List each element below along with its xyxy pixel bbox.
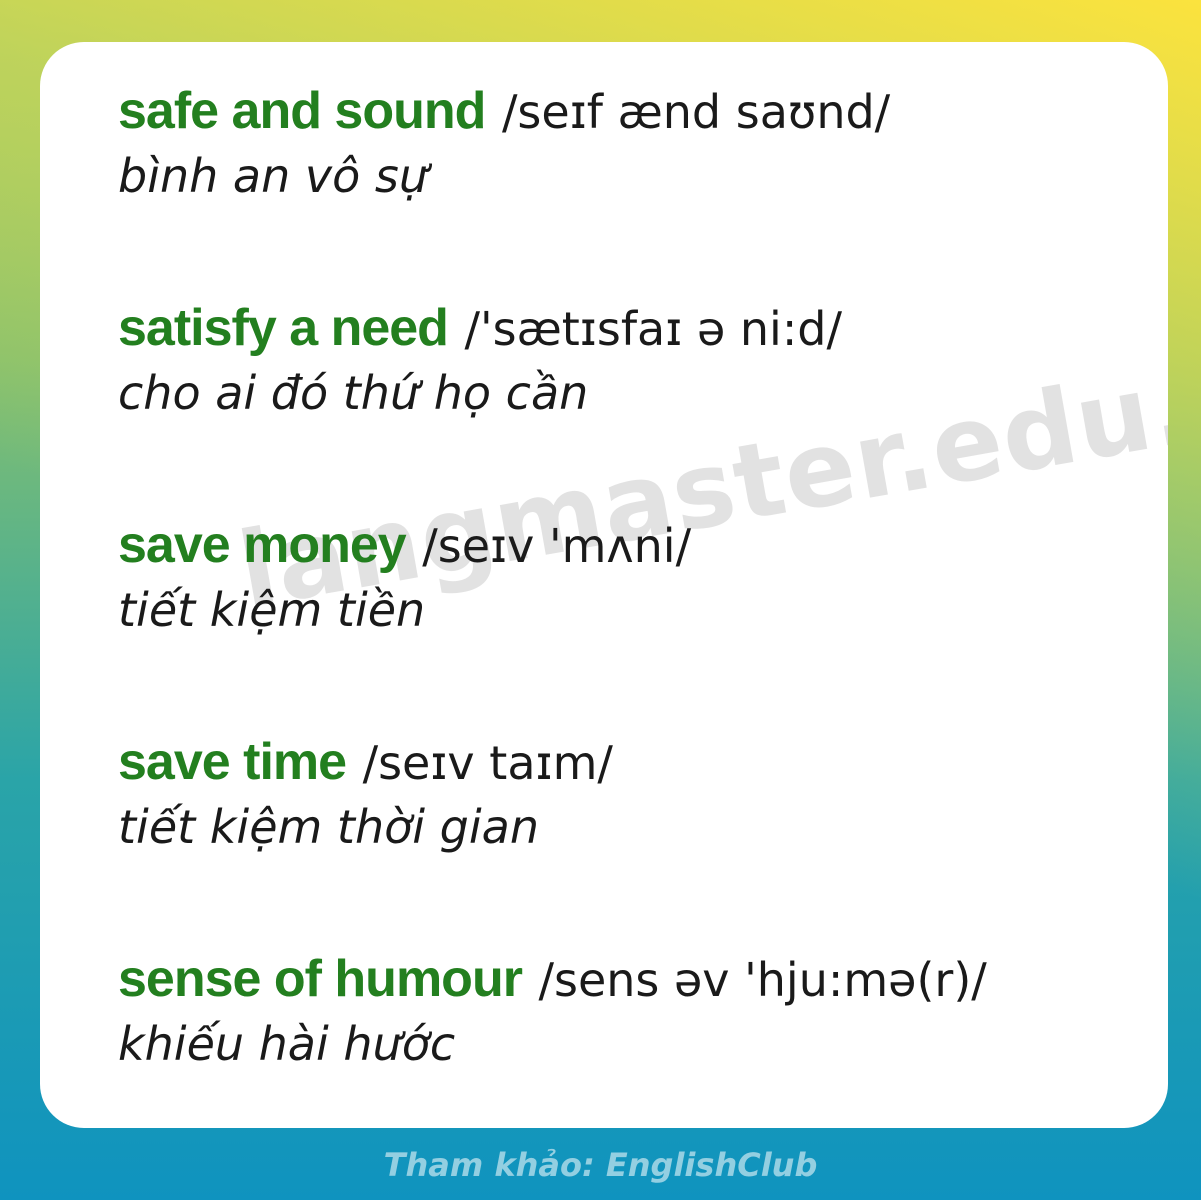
entry-term: sense of humour [118,950,523,1008]
entry-meaning: cho ai đó thứ họ cần [118,366,589,420]
entry-save-money: save money /seɪv 'mʌni/ tiết kiệm tiền [118,514,691,641]
entry-save-time: save time /seɪv taɪm/ tiết kiệm thời gia… [118,731,613,858]
entry-meaning: tiết kiệm tiền [118,583,426,637]
entry-meaning: bình an vô sự [118,149,428,203]
entry-ipa: /seɪv 'mʌni/ [422,519,692,573]
entry-safe-and-sound: safe and sound /seɪf ænd saʊnd/ bình an … [118,80,890,207]
entry-satisfy-a-need: satisfy a need /'sætɪsfaɪ ə ni:d/ cho ai… [118,297,842,424]
entry-term: save money [118,516,407,574]
entry-ipa: /seɪf ænd saʊnd/ [501,85,891,139]
entry-ipa: /seɪv taɪm/ [362,736,613,790]
entry-meaning: tiết kiệm thời gian [118,800,539,854]
entry-ipa: /'sætɪsfaɪ ə ni:d/ [464,302,843,356]
entry-ipa: /sens əv 'hju:mə(r)/ [538,953,987,1007]
entry-term: safe and sound [118,82,486,140]
source-credit: Tham khảo: EnglishClub [383,1146,818,1184]
entry-term: satisfy a need [118,299,449,357]
entry-term: save time [118,733,347,791]
vocabulary-card: langmaster.edu.vn safe and sound /seɪf æ… [40,42,1168,1128]
entry-meaning: khiếu hài hước [118,1017,456,1071]
entry-sense-of-humour: sense of humour /sens əv 'hju:mə(r)/ khi… [118,948,987,1075]
